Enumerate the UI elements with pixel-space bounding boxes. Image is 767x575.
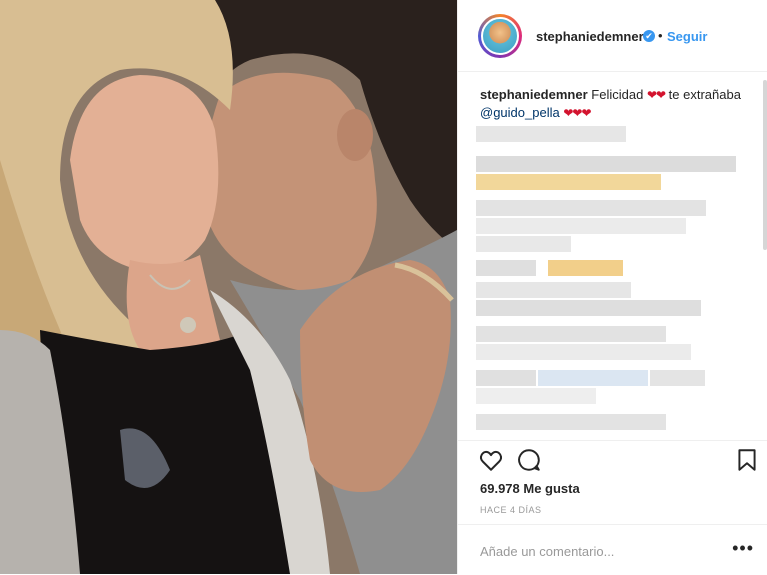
couple-photo-illustration — [0, 0, 457, 574]
post-timestamp[interactable]: HACE 4 DÍAS — [480, 505, 542, 515]
pixel-row — [650, 370, 705, 386]
verified-badge-icon: ✔ — [643, 30, 655, 42]
caption-text-1: Felicidad — [591, 87, 644, 102]
comment-bar: Añade un comentario... ••• — [458, 524, 767, 575]
caption-mention-link[interactable]: @guido_pella — [480, 105, 560, 120]
pixelated-comments — [476, 126, 751, 436]
post-caption: stephaniedemner Felicidad ❤❤ te extrañab… — [480, 86, 750, 122]
header-username[interactable]: stephaniedemner — [536, 29, 644, 44]
pixel-row — [476, 126, 626, 142]
comment-input[interactable]: Añade un comentario... — [480, 544, 614, 559]
action-bar — [458, 440, 767, 471]
more-options-icon[interactable]: ••• — [732, 538, 754, 559]
bookmark-icon[interactable] — [734, 447, 760, 473]
comment-bubble-icon[interactable] — [516, 447, 542, 473]
pixel-row — [476, 236, 571, 252]
post-photo[interactable] — [0, 0, 457, 574]
pixel-row — [476, 200, 706, 216]
pixel-row — [476, 282, 631, 298]
pixel-row — [476, 370, 536, 386]
caption-hearts-1: ❤❤ — [646, 88, 666, 102]
comments-scrollbar[interactable] — [763, 80, 767, 250]
pixel-row — [548, 260, 623, 276]
pixel-row — [476, 174, 661, 190]
post-side-panel: stephaniedemner ✔ • Seguir stephaniedemn… — [457, 0, 767, 574]
caption-username[interactable]: stephaniedemner — [480, 87, 588, 102]
pixel-row — [476, 300, 701, 316]
pixel-row — [476, 260, 536, 276]
pixel-row — [476, 218, 686, 234]
separator-dot: • — [658, 28, 663, 43]
pixel-row — [476, 388, 596, 404]
pixel-row — [476, 344, 691, 360]
heart-outline-icon[interactable] — [478, 447, 504, 473]
pixel-row — [476, 156, 736, 172]
avatar-image — [481, 17, 519, 55]
caption-hearts-2: ❤❤❤ — [563, 106, 591, 120]
pixel-row — [476, 326, 666, 342]
caption-text-2: te extrañaba — [668, 87, 741, 102]
pixel-row — [538, 370, 648, 386]
post-header: stephaniedemner ✔ • Seguir — [458, 0, 767, 72]
follow-button[interactable]: Seguir — [667, 29, 707, 44]
likes-count[interactable]: 69.978 Me gusta — [480, 481, 580, 496]
avatar[interactable] — [478, 14, 522, 58]
pixel-row — [476, 414, 666, 430]
